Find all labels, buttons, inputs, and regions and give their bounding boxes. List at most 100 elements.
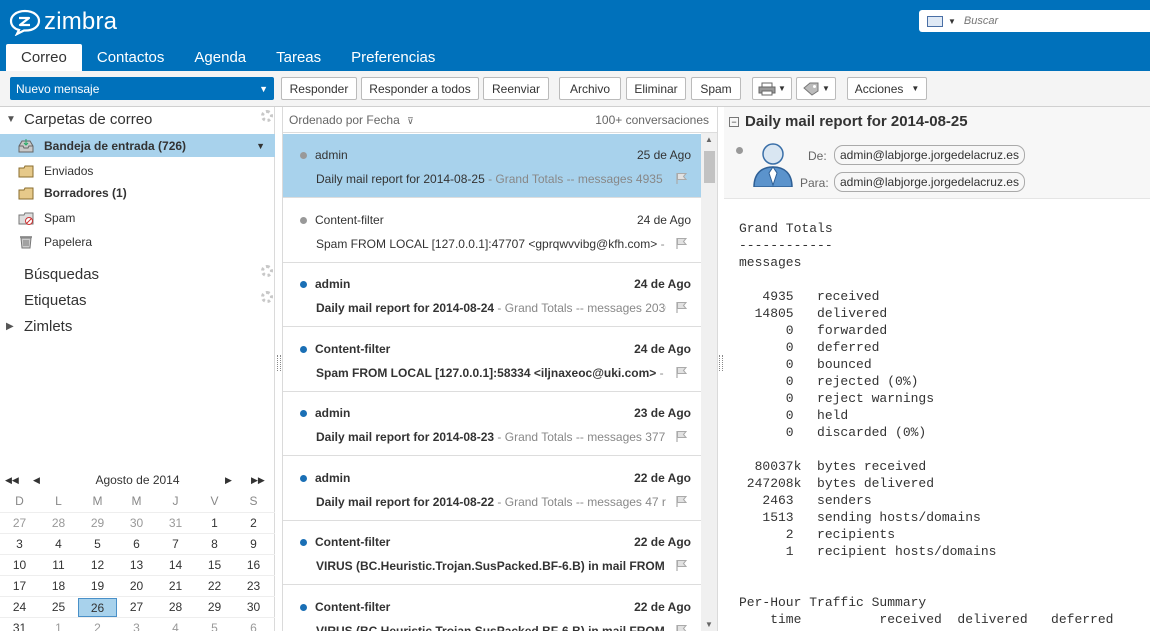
read-status-dot[interactable] [300, 410, 307, 417]
folder-sent[interactable]: Enviados [0, 159, 275, 182]
archive-button[interactable]: Archivo [559, 77, 621, 100]
calendar-day[interactable]: 31 [156, 514, 195, 533]
list-item[interactable]: Content-filter 22 de Ago VIRUS (BC.Heurist… [283, 521, 701, 585]
collapse-triangle-icon[interactable]: ▼ [6, 114, 16, 125]
tab-agenda[interactable]: Agenda [179, 44, 261, 71]
read-status-dot[interactable] [300, 281, 307, 288]
flag-icon[interactable] [675, 495, 687, 507]
calendar-day[interactable]: 29 [195, 598, 234, 617]
calendar-day[interactable]: 26 [78, 597, 117, 617]
print-menu-button[interactable]: ▼ [752, 77, 792, 100]
calendar-day[interactable]: 3 [117, 619, 156, 631]
forward-button[interactable]: Reenviar [483, 77, 549, 100]
flag-icon[interactable] [675, 172, 687, 184]
flag-icon[interactable] [675, 430, 687, 442]
next-year-icon[interactable]: ▶▶ [251, 475, 265, 486]
calendar-day[interactable]: 5 [195, 619, 234, 631]
gear-icon[interactable] [261, 265, 273, 277]
list-item[interactable]: admin 23 de Ago Daily mail report for 2014… [283, 392, 701, 456]
reply-all-button[interactable]: Responder a todos [361, 77, 479, 100]
flag-icon[interactable] [675, 237, 687, 249]
flag-icon[interactable] [675, 559, 687, 571]
delete-button[interactable]: Eliminar [626, 77, 686, 100]
tab-preferencias[interactable]: Preferencias [336, 44, 450, 71]
chevron-down-icon[interactable]: ▼ [259, 84, 268, 94]
calendar-day[interactable]: 3 [0, 535, 39, 554]
envelope-icon[interactable] [927, 15, 943, 27]
tag-menu-button[interactable]: ▼ [796, 77, 836, 100]
calendar-day[interactable]: 1 [39, 619, 78, 631]
scroll-down-icon[interactable]: ▼ [705, 620, 713, 629]
tab-tareas[interactable]: Tareas [261, 44, 336, 71]
from-address-bubble[interactable]: admin@labjorge.jorgedelacruz.es [834, 145, 1025, 165]
list-item[interactable]: admin 25 de Ago Daily mail report for 2014… [283, 134, 701, 198]
mid-pane-sash[interactable] [719, 355, 723, 371]
calendar-day[interactable]: 21 [156, 577, 195, 596]
calendar-day[interactable]: 7 [156, 535, 195, 554]
calendar-day[interactable]: 2 [234, 514, 273, 533]
calendar-day[interactable]: 17 [0, 577, 39, 596]
folder-trash[interactable]: Papelera [0, 230, 275, 253]
list-item[interactable]: Content-filter 22 de Ago VIRUS (BC.Heurist… [283, 586, 701, 631]
zimlets-header[interactable]: ▶ Zimlets [0, 314, 275, 338]
tab-contactos[interactable]: Contactos [82, 44, 180, 71]
list-item[interactable]: admin 24 de Ago Daily mail report for 2014… [283, 263, 701, 327]
read-status-dot[interactable] [300, 603, 307, 611]
calendar-day[interactable]: 4 [39, 535, 78, 554]
calendar-day[interactable]: 30 [117, 514, 156, 533]
scrollbar-thumb[interactable] [704, 151, 715, 183]
tab-correo[interactable]: Correo [6, 44, 82, 71]
calendar-day[interactable]: 15 [195, 556, 234, 575]
calendar-day[interactable]: 2 [78, 619, 117, 631]
new-message-button[interactable]: Nuevo mensaje ▼ [10, 77, 274, 100]
prev-month-icon[interactable]: ◀ [33, 475, 40, 486]
flag-icon[interactable] [675, 624, 687, 631]
calendar-day[interactable]: 5 [78, 535, 117, 554]
calendar-day[interactable]: 24 [0, 598, 39, 617]
tags-header[interactable]: Etiquetas [0, 288, 275, 312]
folder-drafts[interactable]: Borradores (1) [0, 181, 275, 204]
calendar-day[interactable]: 22 [195, 577, 234, 596]
gear-icon[interactable] [261, 291, 273, 303]
reply-button[interactable]: Responder [281, 77, 357, 100]
read-status-dot[interactable] [736, 147, 743, 154]
expand-triangle-icon[interactable]: ▶ [6, 321, 16, 332]
to-address-bubble[interactable]: admin@labjorge.jorgedelacruz.es [834, 172, 1025, 192]
prev-year-icon[interactable]: ◀◀ [5, 475, 19, 486]
chevron-down-icon[interactable]: ▼ [256, 141, 265, 151]
calendar-day[interactable]: 27 [0, 514, 39, 533]
calendar-day[interactable]: 29 [78, 514, 117, 533]
read-status-dot[interactable] [300, 152, 307, 159]
calendar-day[interactable]: 30 [234, 598, 273, 617]
sort-label[interactable]: Ordenado por Fecha ⊽ [289, 113, 414, 127]
calendar-day[interactable]: 12 [78, 556, 117, 575]
calendar-day[interactable]: 8 [195, 535, 234, 554]
calendar-day[interactable]: 28 [156, 598, 195, 617]
calendar-day[interactable]: 11 [39, 556, 78, 575]
calendar-day[interactable]: 1 [195, 514, 234, 533]
flag-icon[interactable] [675, 366, 687, 378]
actions-menu-button[interactable]: Acciones ▼ [847, 77, 927, 100]
searches-header[interactable]: Búsquedas [0, 262, 275, 286]
spam-button[interactable]: Spam [691, 77, 741, 100]
calendar-day[interactable]: 16 [234, 556, 273, 575]
calendar-day[interactable]: 19 [78, 577, 117, 596]
calendar-day[interactable]: 27 [117, 598, 156, 617]
calendar-day[interactable]: 20 [117, 577, 156, 596]
calendar-day[interactable]: 18 [39, 577, 78, 596]
list-item[interactable]: Content-filter 24 de Ago Spam FROM LOCAL [… [283, 328, 701, 392]
calendar-day[interactable]: 6 [234, 619, 273, 631]
calendar-day[interactable]: 28 [39, 514, 78, 533]
search-input[interactable] [963, 15, 1134, 27]
calendar-day[interactable]: 31 [0, 619, 39, 631]
calendar-month-label[interactable]: Agosto de 2014 [0, 473, 275, 487]
scroll-up-icon[interactable]: ▲ [705, 135, 713, 144]
zimbra-logo[interactable]: zimbra [8, 8, 117, 36]
calendar-day[interactable]: 13 [117, 556, 156, 575]
calendar-day[interactable]: 25 [39, 598, 78, 617]
folder-spam[interactable]: Spam [0, 206, 275, 229]
calendar-day[interactable]: 14 [156, 556, 195, 575]
read-status-dot[interactable] [300, 216, 307, 224]
left-pane-sash[interactable] [277, 355, 281, 371]
list-item[interactable]: admin 22 de Ago Daily mail report for 2014… [283, 457, 701, 521]
